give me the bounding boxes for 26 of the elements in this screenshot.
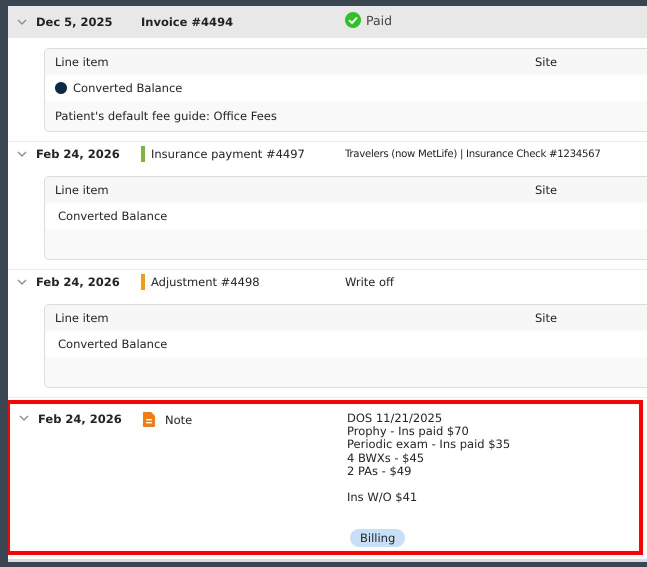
fee-guide-text: Patient's default fee guide: Office Fees [55, 109, 277, 123]
column-header: Line item [55, 55, 110, 69]
entry-description: Write off [345, 275, 394, 289]
entry-description: Travelers (now MetLife) | Insurance Check #1234567 [345, 148, 601, 160]
entry-date: Feb 24, 2026 [36, 147, 121, 161]
column-header: Line item [55, 183, 110, 197]
column-header: Line item [55, 311, 110, 325]
status-label: Paid [366, 12, 392, 28]
column-header: Site [535, 55, 558, 69]
column-header: Site [535, 183, 558, 197]
check-icon [345, 12, 361, 28]
entry-date: Dec 5, 2025 [36, 15, 114, 29]
line-item-name: Converted Balance [58, 209, 168, 223]
tag-chip[interactable]: Billing [350, 529, 406, 548]
entry-title: Insurance payment #4497 [151, 147, 305, 161]
column-header: Site [535, 311, 558, 325]
entry-title: Adjustment #4498 [151, 275, 260, 289]
line-item-name: Converted Balance [58, 337, 168, 351]
note-text: DOS 11/21/2025 Prophy - Ins paid $70 Periodic exam - Ins paid $35 4 BWXs - $45 2 PAs - $49 [347, 412, 510, 478]
entry-title: Invoice #4494 [141, 15, 234, 29]
entry-date: Feb 24, 2026 [38, 412, 123, 426]
entry-date: Feb 24, 2026 [36, 275, 121, 289]
document-icon [143, 412, 155, 427]
line-item-name: Converted Balance [73, 81, 182, 95]
entry-title: Note [165, 412, 192, 426]
note-text: Ins W/O $41 [347, 491, 418, 504]
